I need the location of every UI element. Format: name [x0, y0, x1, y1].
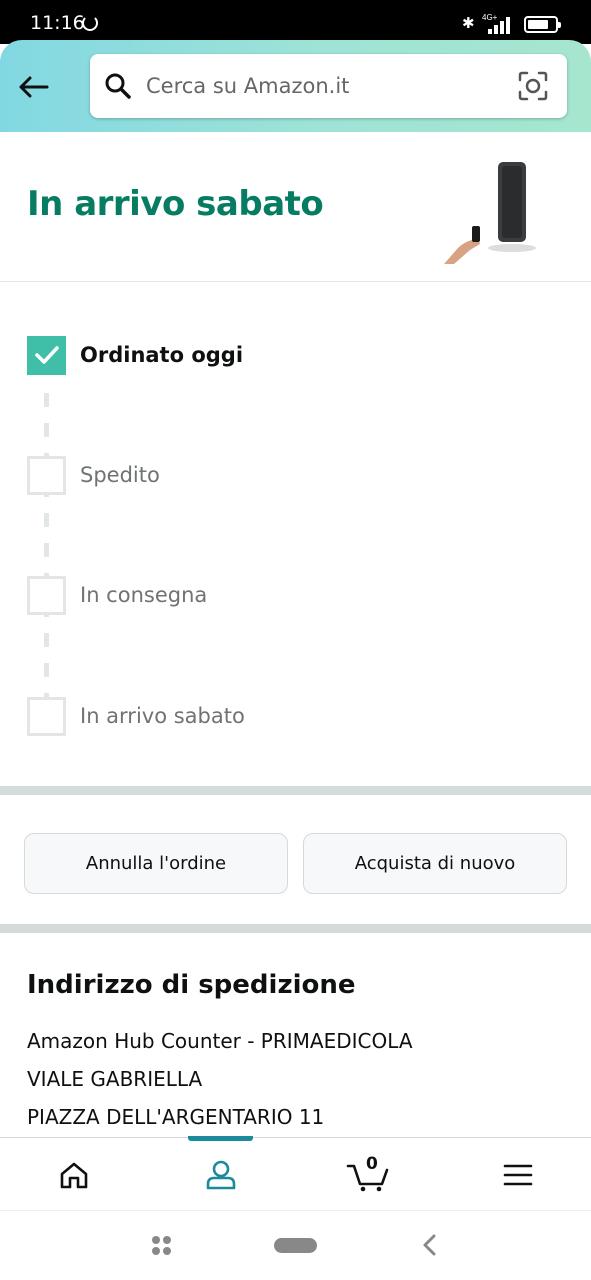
- buy-again-button[interactable]: Acquista di nuovo: [303, 833, 567, 894]
- arrow-left-icon: [19, 76, 49, 98]
- home-pill-icon[interactable]: [274, 1238, 317, 1253]
- checkmark-icon: [34, 346, 59, 364]
- section-divider: [0, 924, 591, 933]
- tracker-step-shipped: Spedito: [27, 455, 160, 495]
- step-checkbox: [27, 455, 66, 495]
- signal-icon: [488, 16, 516, 34]
- nav-cart[interactable]: 0: [294, 1138, 441, 1211]
- nav-account[interactable]: [147, 1138, 294, 1211]
- tracker-step-out-for-delivery: In consegna: [27, 575, 207, 615]
- system-back-icon[interactable]: [418, 1233, 442, 1257]
- shipping-address-title: Indirizzo di spedizione: [27, 970, 356, 1000]
- product-thumbnail[interactable]: [440, 156, 540, 268]
- step-checkbox: [27, 696, 66, 736]
- app-header: [0, 40, 591, 132]
- search-bar[interactable]: [90, 54, 567, 118]
- camera-scan-icon[interactable]: [518, 71, 548, 101]
- tracker-dashed-line: [44, 393, 49, 703]
- cancel-order-button[interactable]: Annulla l'ordine: [24, 833, 288, 894]
- order-tracker: Ordinato oggi Spedito In consegna In arr…: [0, 283, 591, 786]
- delivery-title: In arrivo sabato: [27, 184, 324, 224]
- back-button[interactable]: [14, 68, 52, 106]
- section-divider: [0, 786, 591, 795]
- search-icon[interactable]: [104, 72, 132, 100]
- address-line: PIAZZA DELL'ARGENTARIO 11: [27, 1105, 325, 1129]
- cart-count-badge: 0: [366, 1154, 378, 1174]
- menu-icon: [503, 1164, 532, 1185]
- step-label: Spedito: [80, 463, 160, 487]
- delivery-summary: In arrivo sabato: [0, 132, 591, 282]
- step-label: In consegna: [80, 583, 208, 607]
- status-bar: 11:16 ✱ 4G+: [0, 0, 591, 44]
- nav-home[interactable]: [0, 1138, 147, 1211]
- bluetooth-icon: ✱: [462, 15, 475, 32]
- step-checkbox-checked: [27, 335, 66, 375]
- tracker-step-ordered: Ordinato oggi: [27, 335, 243, 375]
- recent-apps-icon[interactable]: [152, 1236, 172, 1256]
- battery-icon: [524, 16, 561, 33]
- sync-icon: [82, 15, 98, 31]
- address-line: VIALE GABRIELLA: [27, 1067, 203, 1091]
- address-line: Amazon Hub Counter - PRIMAEDICOLA: [27, 1029, 413, 1053]
- nav-menu[interactable]: [444, 1138, 591, 1211]
- search-input[interactable]: [146, 54, 506, 118]
- account-icon: [206, 1160, 235, 1189]
- step-label: Ordinato oggi: [80, 343, 244, 367]
- step-label: In arrivo sabato: [80, 704, 245, 728]
- tracker-step-arriving: In arrivo sabato: [27, 696, 245, 736]
- status-time: 11:16: [30, 12, 85, 34]
- system-nav-bar: [0, 1210, 591, 1280]
- bottom-nav: 0: [0, 1136, 591, 1211]
- step-checkbox: [27, 575, 66, 615]
- home-icon: [60, 1162, 87, 1188]
